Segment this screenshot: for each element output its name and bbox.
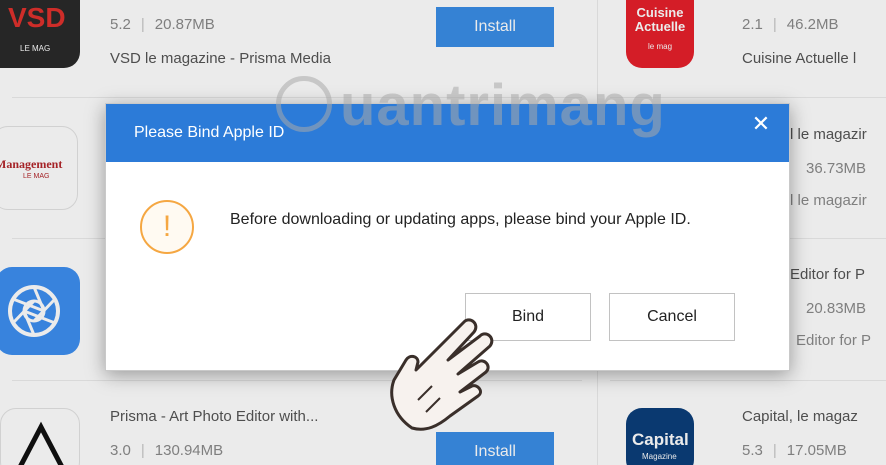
watermark-bulb-icon [276, 76, 332, 132]
cancel-button[interactable]: Cancel [609, 293, 735, 341]
close-icon[interactable]: ✕ [733, 104, 789, 144]
dialog-header: Please Bind Apple ID ✕ [106, 104, 789, 162]
warning-icon: ! [140, 200, 194, 254]
hand-pointer-icon [390, 318, 494, 431]
dialog-message: Before downloading or updating apps, ple… [230, 211, 691, 228]
dialog-title: Please Bind Apple ID [134, 124, 285, 141]
